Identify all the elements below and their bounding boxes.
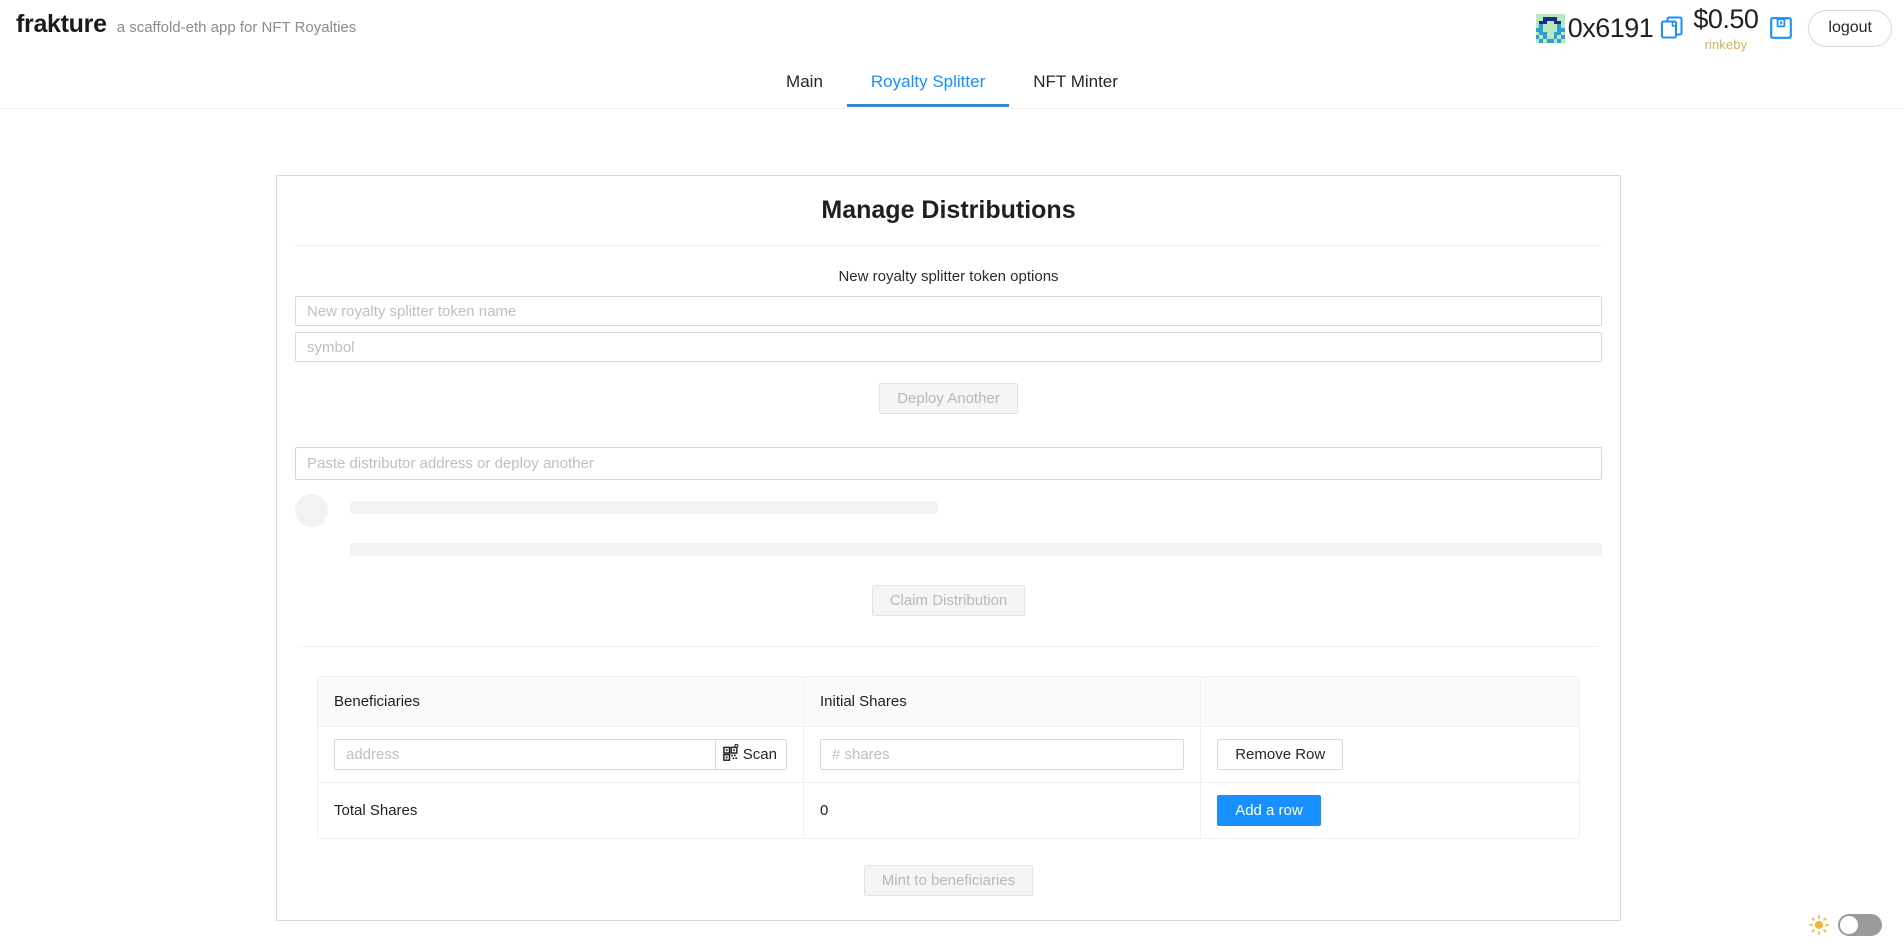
dark-mode-toggle[interactable] <box>1838 914 1882 936</box>
column-header-actions <box>1200 677 1579 727</box>
cell-initial-shares <box>803 726 1202 783</box>
table-footer-row: Total Shares 0 Add a row <box>318 782 1579 839</box>
balance-amount: $0.50 <box>1693 4 1759 34</box>
address-input-group: Scan <box>334 739 787 770</box>
mint-row: Mint to beneficiaries <box>295 865 1602 920</box>
page-title: Manage Distributions <box>821 196 1076 224</box>
card-body: New royalty splitter token options Deplo… <box>277 246 1620 920</box>
tab-main[interactable]: Main <box>762 62 847 107</box>
add-a-row-button[interactable]: Add a row <box>1217 795 1321 826</box>
network-label: rinkeby <box>1704 37 1748 52</box>
beneficiary-address-input[interactable] <box>334 739 715 770</box>
nav-tabs-inner: Main Royalty Splitter NFT Minter <box>762 62 1142 108</box>
distributor-address-input[interactable] <box>295 447 1602 480</box>
toggle-knob <box>1840 916 1858 934</box>
skeleton-bar-short <box>350 501 939 514</box>
token-name-input[interactable] <box>295 296 1602 326</box>
table-row: Scan Remove Row <box>318 726 1579 783</box>
qr-code-icon <box>722 743 740 765</box>
copy-icon[interactable] <box>1659 13 1685 43</box>
skeleton-avatar <box>295 494 328 527</box>
manage-distributions-card: Manage Distributions New royalty splitte… <box>276 175 1621 921</box>
distributor-section <box>295 447 1602 556</box>
deploy-another-button[interactable]: Deploy Another <box>879 383 1018 414</box>
token-symbol-input[interactable] <box>295 332 1602 362</box>
cell-add-row: Add a row <box>1201 783 1579 839</box>
scan-label: Scan <box>742 746 777 763</box>
cell-total-shares-value: 0 <box>803 782 1202 838</box>
tabs-divider <box>0 108 1904 109</box>
app-header: frakture a scaffold-eth app for NFT Roya… <box>0 0 1904 56</box>
claim-row: Claim Distribution <box>295 585 1602 616</box>
wallet-save-icon[interactable] <box>1768 13 1794 43</box>
brand-title: frakture <box>16 10 107 38</box>
cell-row-actions: Remove Row <box>1200 726 1579 783</box>
shares-table-wrap: Beneficiaries Initial Shares address Sca… <box>317 676 1580 839</box>
sun-icon <box>1809 915 1829 935</box>
tab-royalty-splitter[interactable]: Royalty Splitter <box>846 62 1010 108</box>
balance-block: $0.50 rinkeby <box>1693 4 1759 52</box>
logout-button[interactable]: logout <box>1808 9 1892 47</box>
cell-total-shares-label: Total Shares <box>318 782 804 838</box>
section-divider <box>299 646 1598 647</box>
account-address: 0x6191 <box>1567 12 1654 43</box>
brand-tagline: a scaffold-eth app for NFT Royalties <box>116 19 357 36</box>
brand: frakture a scaffold-eth app for NFT Roya… <box>16 10 356 39</box>
table-header-row: Beneficiaries Initial Shares <box>318 677 1579 727</box>
tab-nft-minter[interactable]: NFT Minter <box>1009 62 1142 107</box>
skeleton-bar-long <box>350 543 1602 556</box>
distributor-loading-skeleton <box>295 494 1602 556</box>
shares-table: Beneficiaries Initial Shares address Sca… <box>318 677 1579 838</box>
theme-toggle-group <box>1809 914 1882 936</box>
account-area: 0x6191 $0.50 rinkeby logout <box>1535 4 1892 52</box>
shares-input[interactable] <box>819 739 1185 770</box>
mint-to-beneficiaries-button[interactable]: Mint to beneficiaries <box>863 865 1034 896</box>
nav-tabs: Main Royalty Splitter NFT Minter <box>0 62 1904 108</box>
deploy-row: Deploy Another <box>295 383 1602 414</box>
remove-row-button[interactable]: Remove Row <box>1217 739 1344 770</box>
scan-button[interactable]: Scan <box>714 739 787 770</box>
cell-beneficiary-address: Scan <box>318 726 804 783</box>
card-header: Manage Distributions <box>295 176 1602 246</box>
skeleton-lines <box>350 494 1602 556</box>
avatar-blockie <box>1535 13 1565 43</box>
column-header-beneficiaries: Beneficiaries <box>318 677 804 727</box>
token-options-label: New royalty splitter token options <box>838 268 1059 285</box>
column-header-initial-shares: Initial Shares <box>803 677 1202 727</box>
claim-distribution-button[interactable]: Claim Distribution <box>871 585 1026 616</box>
